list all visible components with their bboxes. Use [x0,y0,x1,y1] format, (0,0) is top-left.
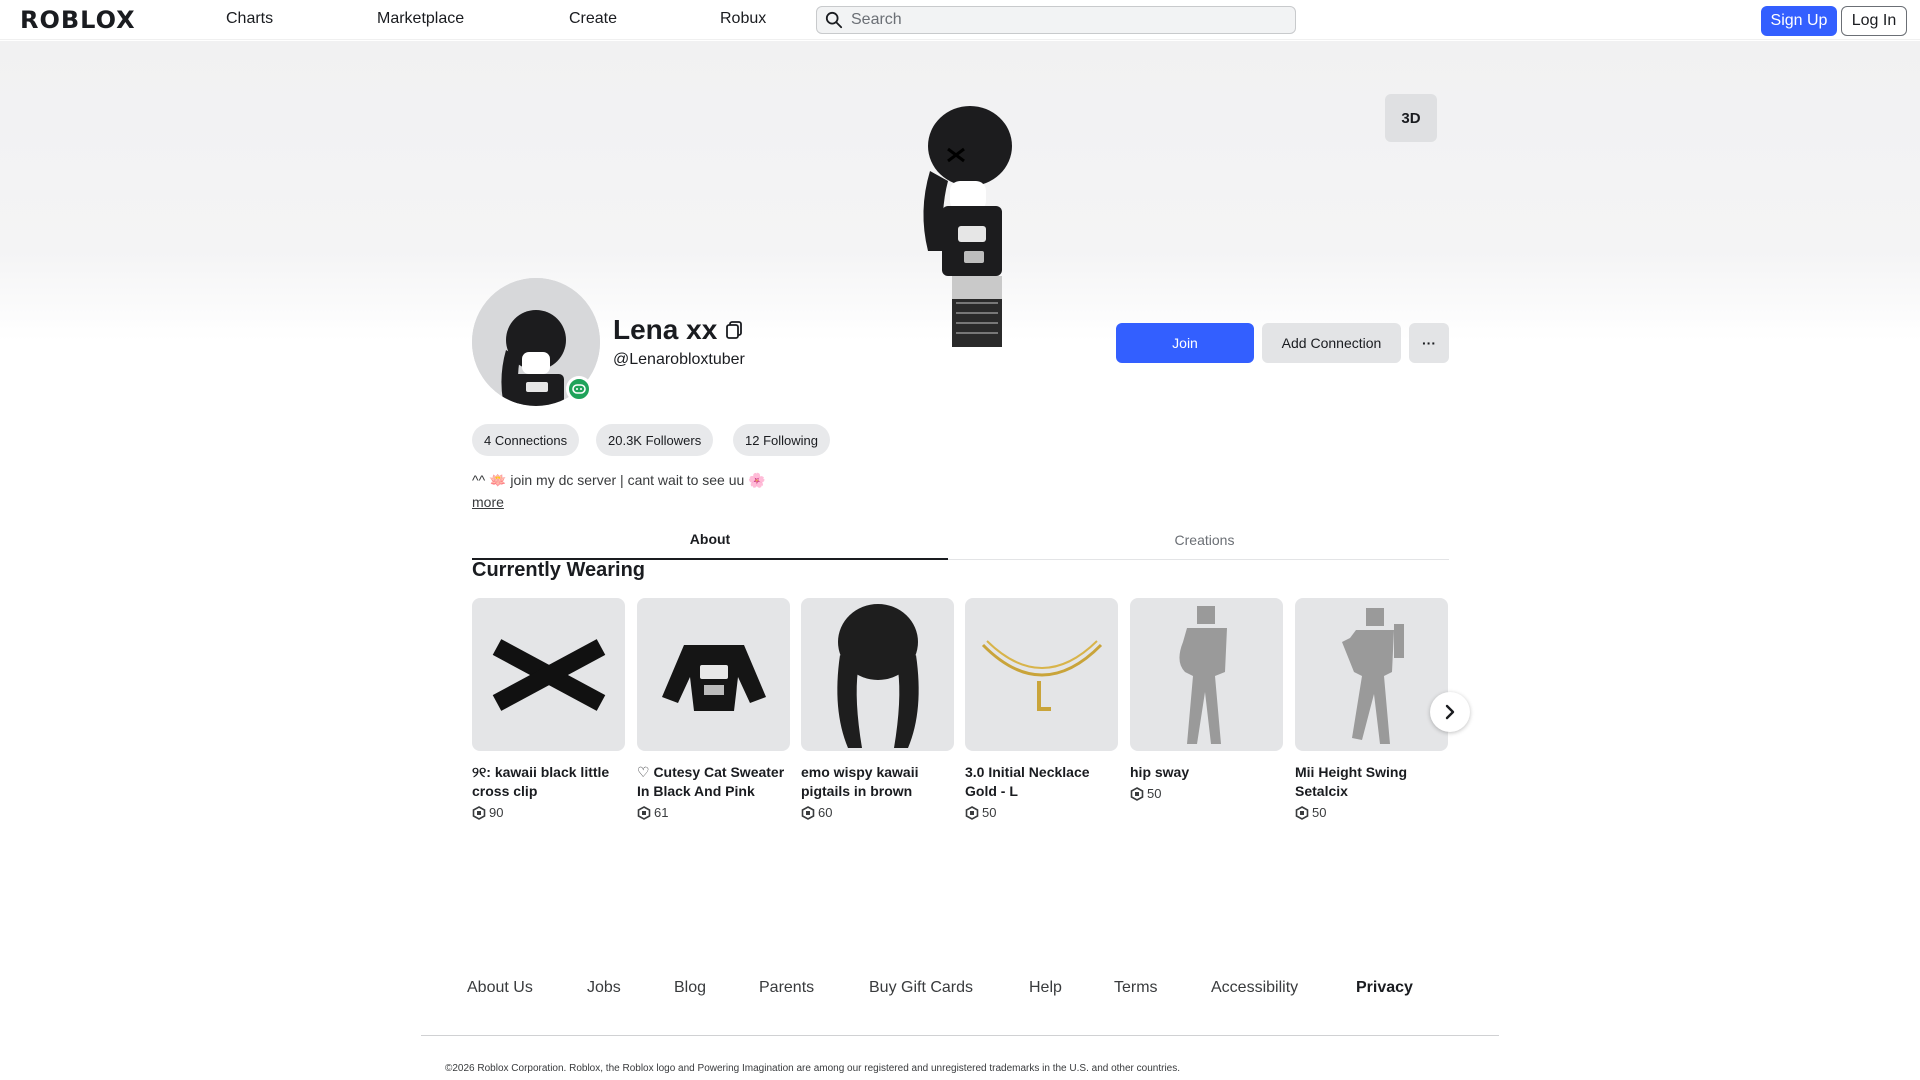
tab-about[interactable]: About [472,520,948,560]
wearing-carousel: ୨୧: kawaii black little cross clip 90 ♡ … [472,598,1449,828]
wearing-item[interactable]: hip sway 50 [1130,598,1283,801]
item-thumbnail[interactable] [965,598,1118,751]
add-connection-button[interactable]: Add Connection [1262,323,1401,363]
robux-icon [801,805,815,820]
footer-link-terms[interactable]: Terms [1114,979,1158,997]
item-price: 90 [472,805,625,820]
footer-link-privacy[interactable]: Privacy [1356,979,1413,997]
carousel-next-button[interactable] [1430,692,1470,732]
join-button[interactable]: Join [1116,323,1254,363]
display-name-text: Lena xx [613,314,718,345]
copy-icon[interactable] [725,320,745,340]
item-price-value: 60 [818,805,833,820]
cross-clip-icon [492,638,605,711]
nav-link-create[interactable]: Create [569,10,617,28]
sweater-icon [661,644,766,711]
footer-link-help[interactable]: Help [1029,979,1062,997]
footer-link-buy-gift-cards[interactable]: Buy Gift Cards [869,979,973,997]
item-price-value: 90 [489,805,504,820]
footer-link-jobs[interactable]: Jobs [587,979,621,997]
search-input[interactable] [851,11,1281,29]
search-icon [825,11,843,29]
item-name[interactable]: ୨୧: kawaii black little cross clip [472,763,625,801]
item-thumbnail[interactable] [1130,598,1283,751]
item-price-value: 50 [982,805,997,820]
footer-link-accessibility[interactable]: Accessibility [1211,979,1298,997]
item-name[interactable]: 3.0 Initial Necklace Gold - L [965,763,1118,801]
wearing-item[interactable]: emo wispy kawaii pigtails in brown 60 [801,598,954,820]
online-status-badge [566,376,592,402]
gamepad-icon [572,384,586,394]
top-nav: ROBLOX Charts Marketplace Create Robux S… [0,0,1920,40]
copyright-text: ©2026 Roblox Corporation. Roblox, the Ro… [445,1063,1181,1074]
necklace-icon [981,639,1102,711]
nav-link-robux[interactable]: Robux [720,10,766,28]
emote-figure-icon [1341,607,1404,744]
emote-figure-icon [1178,605,1227,744]
wearing-item[interactable]: ♡ Cutesy Cat Sweater In Black And Pink 6… [637,598,790,820]
wearing-item[interactable]: 3.0 Initial Necklace Gold - L 50 [965,598,1118,820]
item-price-value: 50 [1147,786,1162,801]
item-thumbnail[interactable] [1295,598,1448,751]
item-thumbnail[interactable] [637,598,790,751]
item-name[interactable]: ♡ Cutesy Cat Sweater In Black And Pink [637,763,790,801]
logo-text: ROBLOX [20,6,136,34]
wearing-item[interactable]: ୨୧: kawaii black little cross clip 90 [472,598,625,820]
footer-link-about-us[interactable]: About Us [467,979,533,997]
item-price: 50 [1295,805,1448,820]
item-name[interactable]: emo wispy kawaii pigtails in brown [801,763,954,801]
robux-icon [472,805,486,820]
username: @Lenarobloxtuber [613,351,745,368]
avatar-3d-render[interactable] [900,101,1020,351]
robux-icon [965,805,979,820]
search-bar[interactable] [816,6,1296,34]
profile-tabs: About Creations [472,520,1449,560]
item-name[interactable]: Mii Height Swing Setalcix [1295,763,1448,801]
footer-divider [421,1035,1499,1036]
item-price-value: 61 [654,805,669,820]
bio-more-link[interactable]: more [472,494,504,510]
roblox-logo[interactable]: ROBLOX [20,6,136,34]
log-in-button[interactable]: Log In [1841,6,1907,36]
connections-pill[interactable]: 4 Connections [472,424,580,456]
following-pill[interactable]: 12 Following [733,424,830,456]
tab-creations[interactable]: Creations [960,520,1449,560]
avatar-hero: 3D [0,41,1920,347]
item-name[interactable]: hip sway [1130,763,1283,782]
hair-icon [836,603,919,748]
item-price-value: 50 [1312,805,1327,820]
item-thumbnail[interactable] [801,598,954,751]
item-price: 50 [1130,786,1283,801]
nav-link-marketplace[interactable]: Marketplace [377,10,464,28]
robux-icon [1130,786,1144,801]
item-price: 50 [965,805,1118,820]
wearing-item[interactable]: Mii Height Swing Setalcix 50 [1295,598,1448,820]
display-name: Lena xx [613,314,745,346]
chevron-right-icon [1445,704,1455,720]
more-options-button[interactable]: ··· [1409,323,1449,363]
robux-icon [1295,805,1309,820]
currently-wearing-title: Currently Wearing [472,559,645,581]
sign-up-button[interactable]: Sign Up [1761,6,1837,36]
followers-pill[interactable]: 20.3K Followers [596,424,714,456]
footer-link-parents[interactable]: Parents [759,979,814,997]
item-thumbnail[interactable] [472,598,625,751]
bio-text: ^^ 🪷 join my dc server | cant wait to se… [472,472,766,488]
ellipsis-icon: ··· [1422,335,1436,351]
item-price: 61 [637,805,790,820]
robux-icon [637,805,651,820]
item-price: 60 [801,805,954,820]
nav-link-charts[interactable]: Charts [226,10,273,28]
footer-link-blog[interactable]: Blog [674,979,706,997]
3d-toggle-button[interactable]: 3D [1385,94,1437,142]
footer-links: About Us Jobs Blog Parents Buy Gift Card… [421,975,1499,1005]
